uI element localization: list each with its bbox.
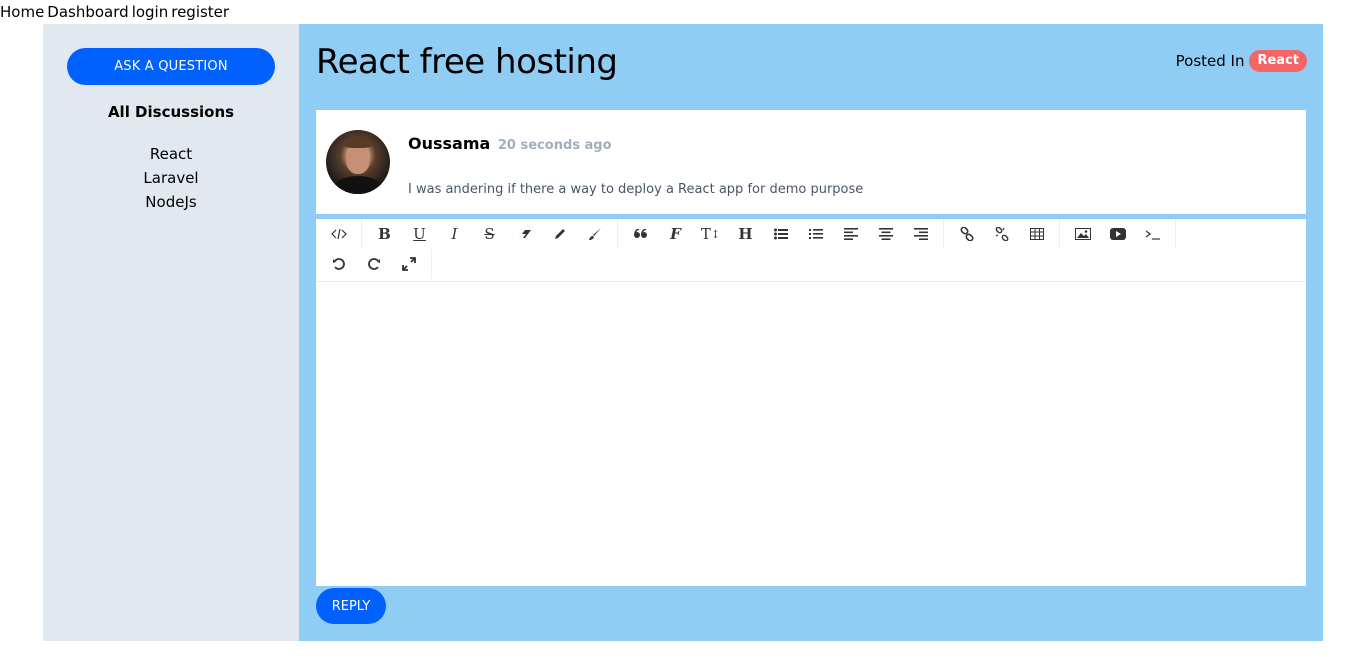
toolbar-group-history: [316, 249, 432, 279]
channel-badge[interactable]: React: [1249, 50, 1307, 72]
avatar-shirt: [332, 176, 384, 194]
toolbar-group-format: B U I S: [362, 219, 618, 249]
fullscreen-icon[interactable]: [391, 249, 426, 279]
redo-icon[interactable]: [356, 249, 391, 279]
post-body: I was andering if there a way to deploy …: [408, 182, 864, 197]
editor-content-area[interactable]: [316, 282, 1306, 586]
discussion-main: React free hosting Posted In React Oussa…: [299, 24, 1323, 641]
avatar: [326, 130, 390, 194]
bullet-list-icon[interactable]: [763, 219, 798, 249]
toolbar-group-media: [1060, 219, 1176, 249]
italic-icon[interactable]: I: [437, 219, 472, 249]
ask-question-button[interactable]: ASK A QUESTION: [67, 48, 275, 85]
channel-link-nodejs[interactable]: NodeJs: [43, 190, 299, 214]
brush-icon[interactable]: [577, 219, 612, 249]
all-discussions-heading[interactable]: All Discussions: [43, 103, 299, 121]
posted-in-label: Posted In: [1175, 52, 1245, 70]
nav-login-link[interactable]: login: [132, 3, 169, 21]
eraser-icon[interactable]: [507, 219, 542, 249]
post-time: 20 seconds ago: [497, 138, 612, 153]
font-family-icon[interactable]: F: [658, 219, 693, 249]
toolbar-group-view: [316, 219, 362, 249]
toolbar-row-2: [316, 249, 432, 279]
sidebar: ASK A QUESTION All Discussions React Lar…: [43, 24, 299, 641]
font-size-icon[interactable]: T ↕: [693, 219, 728, 249]
undo-icon[interactable]: [321, 249, 356, 279]
toolbar-group-text: F T ↕ H: [618, 219, 944, 249]
code-view-icon[interactable]: [321, 219, 356, 249]
page-wrapper: ASK A QUESTION All Discussions React Lar…: [43, 24, 1323, 641]
reply-editor: B U I S F T ↕ H: [316, 219, 1306, 586]
toolbar-group-insert-links: [944, 219, 1060, 249]
discussion-title: React free hosting: [316, 42, 618, 82]
top-nav: Home Dashboard login register: [0, 3, 232, 23]
reply-button[interactable]: REPLY: [316, 588, 386, 624]
author-name: Oussama: [408, 134, 491, 153]
channel-list: React Laravel NodeJs: [43, 142, 299, 214]
align-right-icon[interactable]: [903, 219, 938, 249]
terminal-icon[interactable]: [1135, 219, 1170, 249]
align-left-icon[interactable]: [833, 219, 868, 249]
underline-icon[interactable]: U: [402, 219, 437, 249]
post-card: Oussama 20 seconds ago I was andering if…: [316, 110, 1306, 214]
channel-link-react[interactable]: React: [43, 142, 299, 166]
link-icon[interactable]: [949, 219, 984, 249]
bold-icon[interactable]: B: [367, 219, 402, 249]
video-icon[interactable]: [1100, 219, 1135, 249]
align-center-icon[interactable]: [868, 219, 903, 249]
strikethrough-icon[interactable]: S: [472, 219, 507, 249]
pencil-icon[interactable]: [542, 219, 577, 249]
editor-toolbar: B U I S F T ↕ H: [316, 219, 1306, 282]
toolbar-row-1: B U I S F T ↕ H: [316, 219, 1176, 249]
image-icon[interactable]: [1065, 219, 1100, 249]
nav-dashboard-link[interactable]: Dashboard: [47, 3, 128, 21]
nav-home-link[interactable]: Home: [0, 3, 44, 21]
post-author-line: Oussama 20 seconds ago: [408, 134, 612, 153]
heading-icon[interactable]: H: [728, 219, 763, 249]
channel-link-laravel[interactable]: Laravel: [43, 166, 299, 190]
quote-icon[interactable]: [623, 219, 658, 249]
avatar-hair: [344, 138, 372, 148]
posted-in: Posted In React: [1176, 50, 1307, 72]
nav-register-link[interactable]: register: [171, 3, 229, 21]
unlink-icon[interactable]: [984, 219, 1019, 249]
numbered-list-icon[interactable]: [798, 219, 833, 249]
table-icon[interactable]: [1019, 219, 1054, 249]
